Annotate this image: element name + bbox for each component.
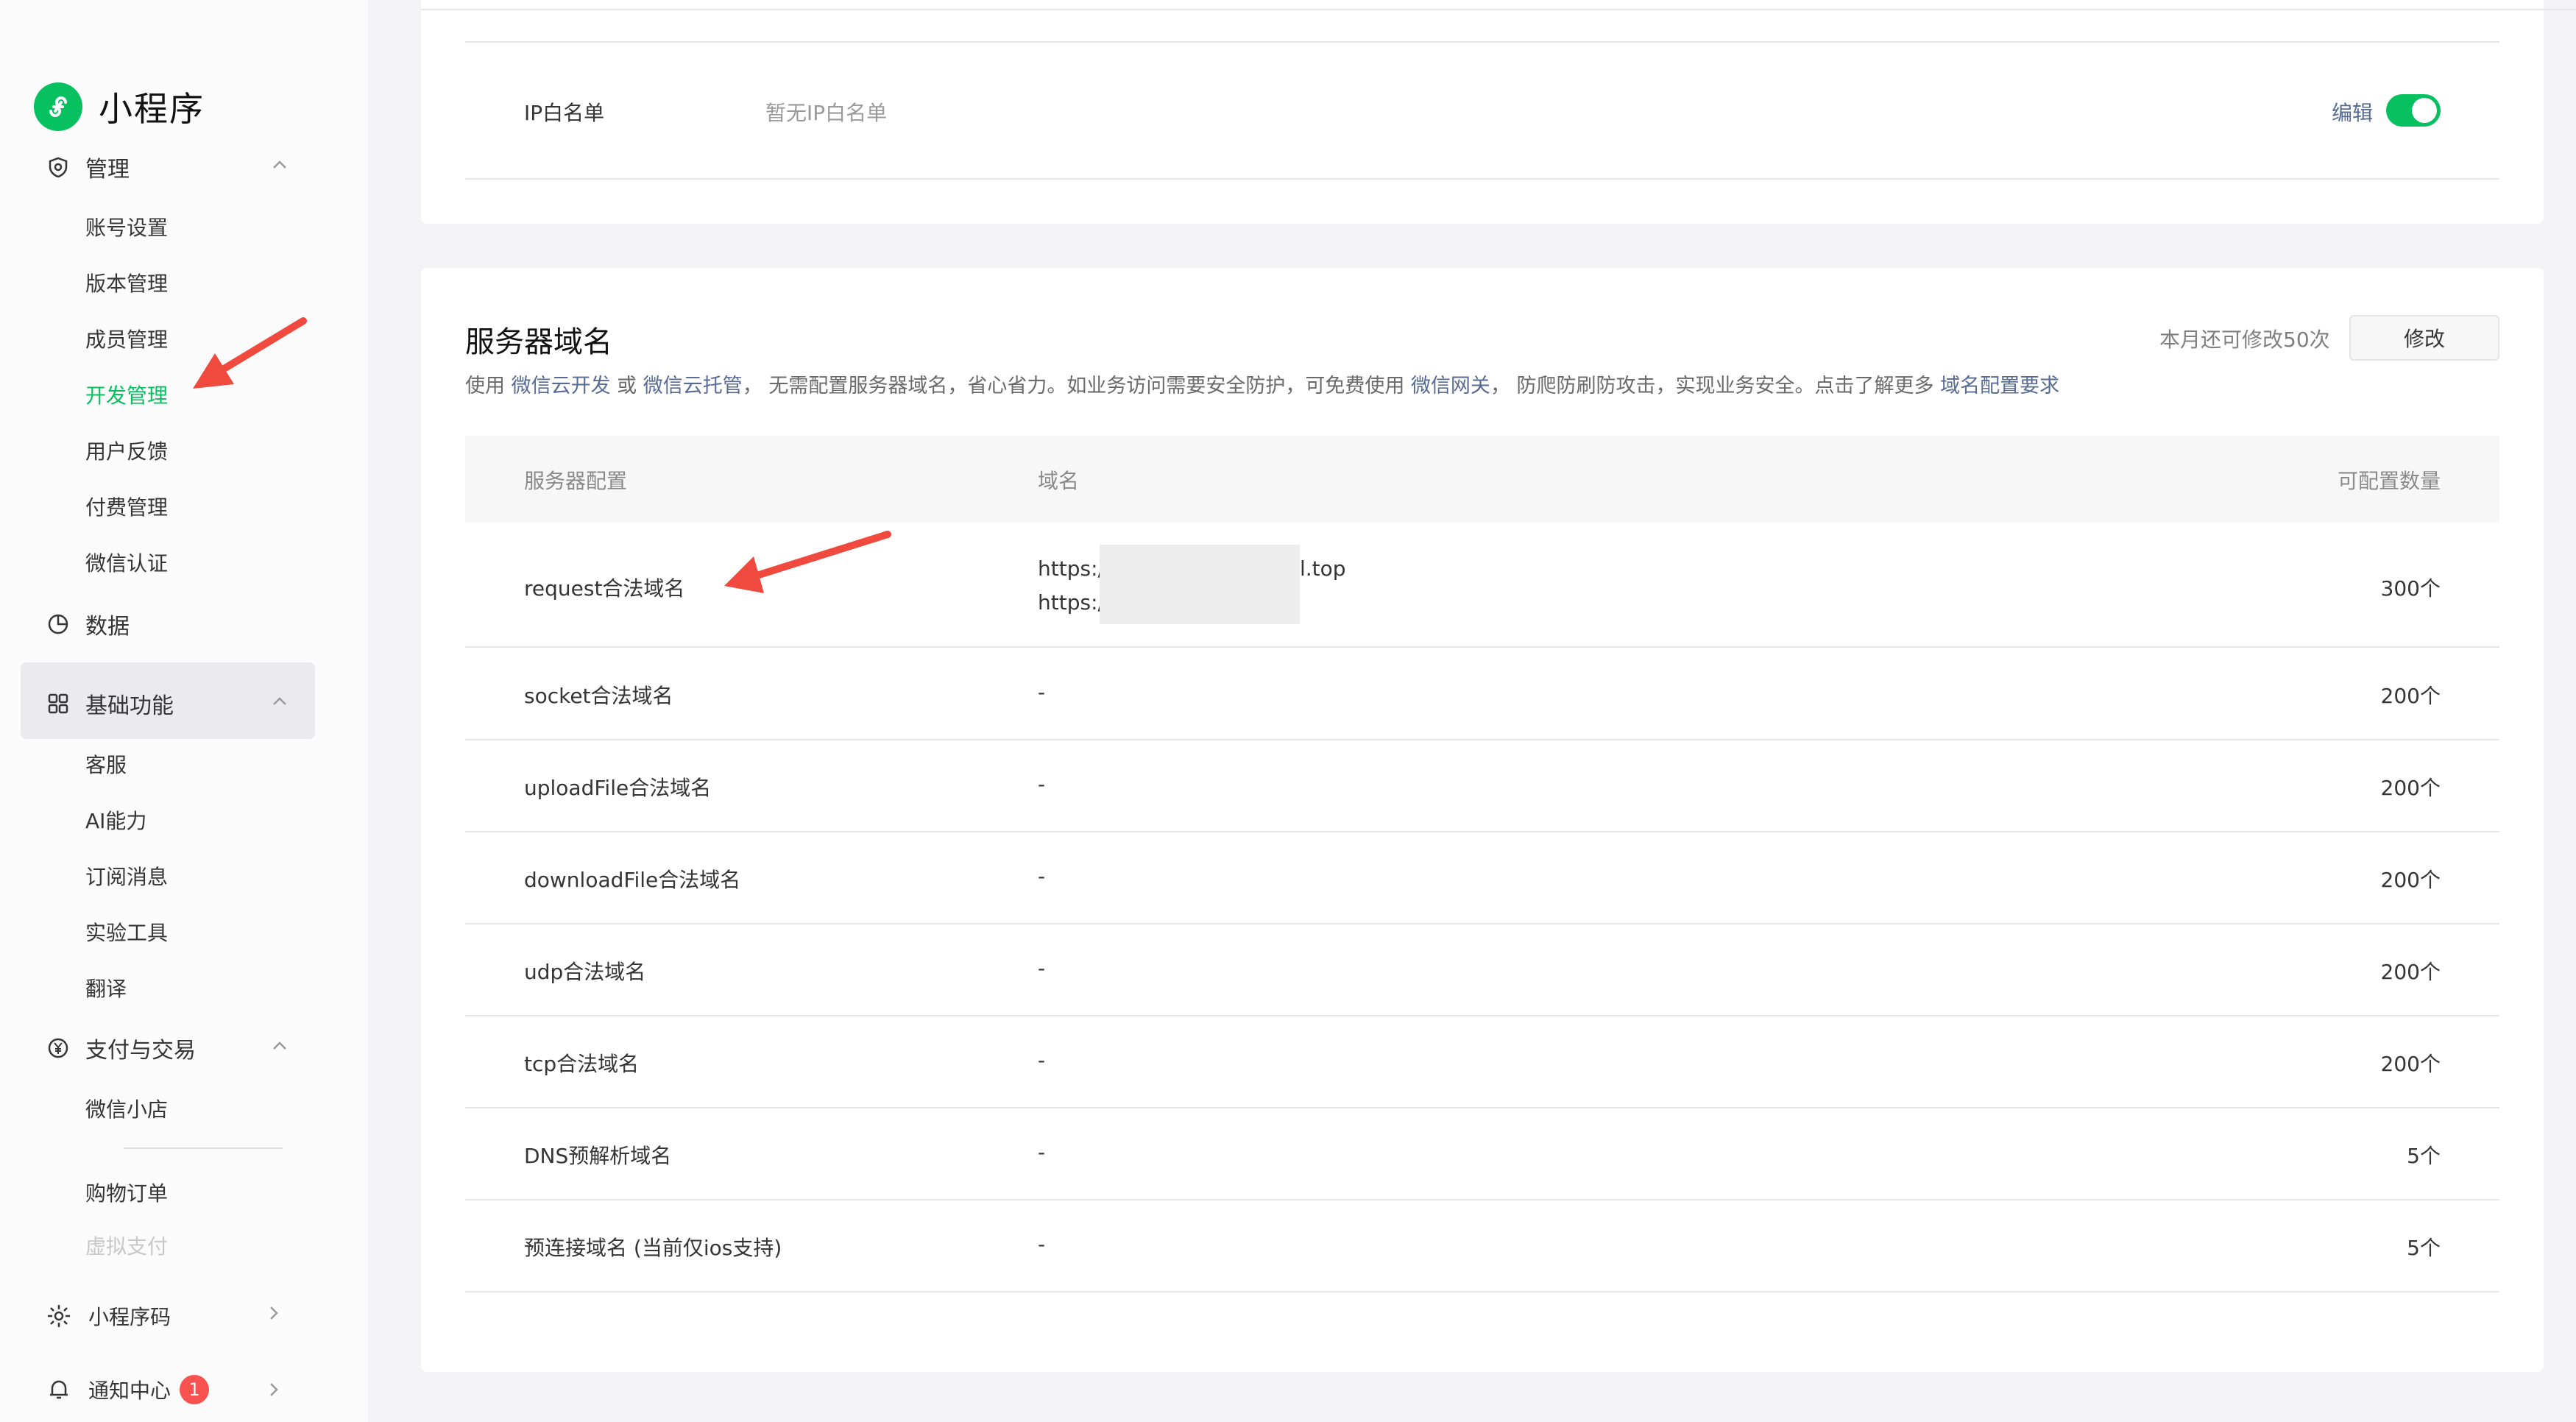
arrow-to-dev-manage (193, 317, 307, 389)
annotation-arrows (193, 317, 891, 593)
arrow-to-request-domain (724, 531, 891, 593)
